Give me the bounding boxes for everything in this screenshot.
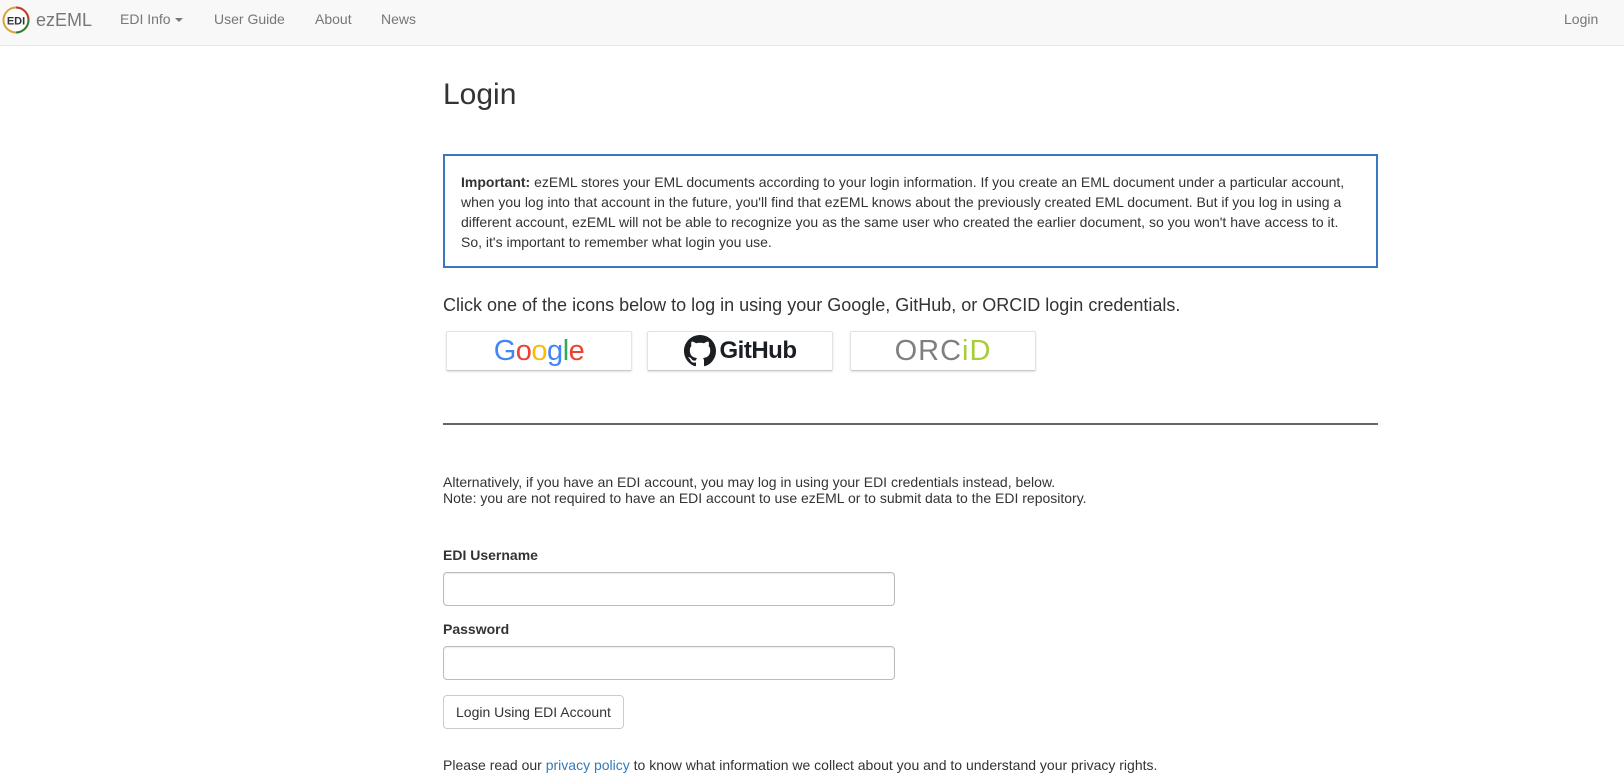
top-navbar: EDI ezEML EDI Info User Guide About News… — [0, 0, 1624, 46]
edi-logo-icon: EDI — [2, 6, 30, 34]
nav-login[interactable]: Login — [1564, 11, 1598, 27]
nav-user-guide[interactable]: User Guide — [214, 11, 285, 27]
orcid-wordmark-id: iD — [962, 334, 992, 367]
password-label: Password — [443, 621, 510, 637]
brand-link[interactable]: EDI ezEML — [2, 5, 92, 35]
privacy-text-before: Please read our — [443, 757, 546, 773]
nav-news[interactable]: News — [381, 11, 416, 27]
username-input[interactable] — [443, 572, 895, 606]
github-logo: GitHub — [683, 335, 797, 367]
edi-account-note: Note: you are not required to have an ED… — [443, 490, 1087, 506]
google-letter: o — [515, 334, 532, 367]
page-title: Login — [443, 78, 517, 111]
google-letter: G — [493, 334, 517, 367]
alternative-login-line: Alternatively, if you have an EDI accoun… — [443, 474, 1056, 490]
github-octocat-icon — [683, 335, 716, 367]
privacy-text-after: to know what information we collect abou… — [629, 757, 1158, 773]
nav-edi-info-dropdown[interactable]: EDI Info — [120, 11, 183, 27]
important-notice: Important: ezEML stores your EML documen… — [443, 154, 1378, 268]
github-wordmark: GitHub — [719, 337, 797, 364]
important-label: Important: — [461, 174, 531, 190]
privacy-policy-link[interactable]: privacy policy — [546, 757, 630, 773]
privacy-notice: Please read our privacy policy to know w… — [443, 757, 1157, 773]
orcid-login-button[interactable]: ORCiD — [850, 331, 1036, 371]
google-login-button[interactable]: Google — [446, 331, 632, 371]
caret-down-icon — [174, 18, 183, 23]
alternative-login-text: Alternatively, if you have an EDI accoun… — [443, 474, 1087, 506]
google-logo: Google — [493, 334, 585, 367]
github-login-button[interactable]: GitHub — [647, 331, 833, 371]
brand-name: ezEML — [36, 9, 93, 30]
orcid-logo: ORCiD — [894, 334, 992, 367]
nav-about[interactable]: About — [315, 11, 352, 27]
password-input[interactable] — [443, 646, 895, 680]
oauth-intro-text: Click one of the icons below to log in u… — [443, 295, 1181, 315]
svg-text:EDI: EDI — [7, 16, 25, 28]
nav-edi-info-label: EDI Info — [120, 11, 171, 27]
google-letter: g — [547, 334, 563, 367]
section-divider — [443, 423, 1378, 425]
username-label: EDI Username — [443, 547, 538, 563]
login-edi-account-button[interactable]: Login Using EDI Account — [443, 695, 624, 729]
important-text: ezEML stores your EML documents accordin… — [461, 174, 1345, 250]
google-letter: e — [568, 334, 585, 367]
google-letter: o — [531, 334, 548, 367]
orcid-wordmark-main: ORC — [894, 334, 963, 367]
